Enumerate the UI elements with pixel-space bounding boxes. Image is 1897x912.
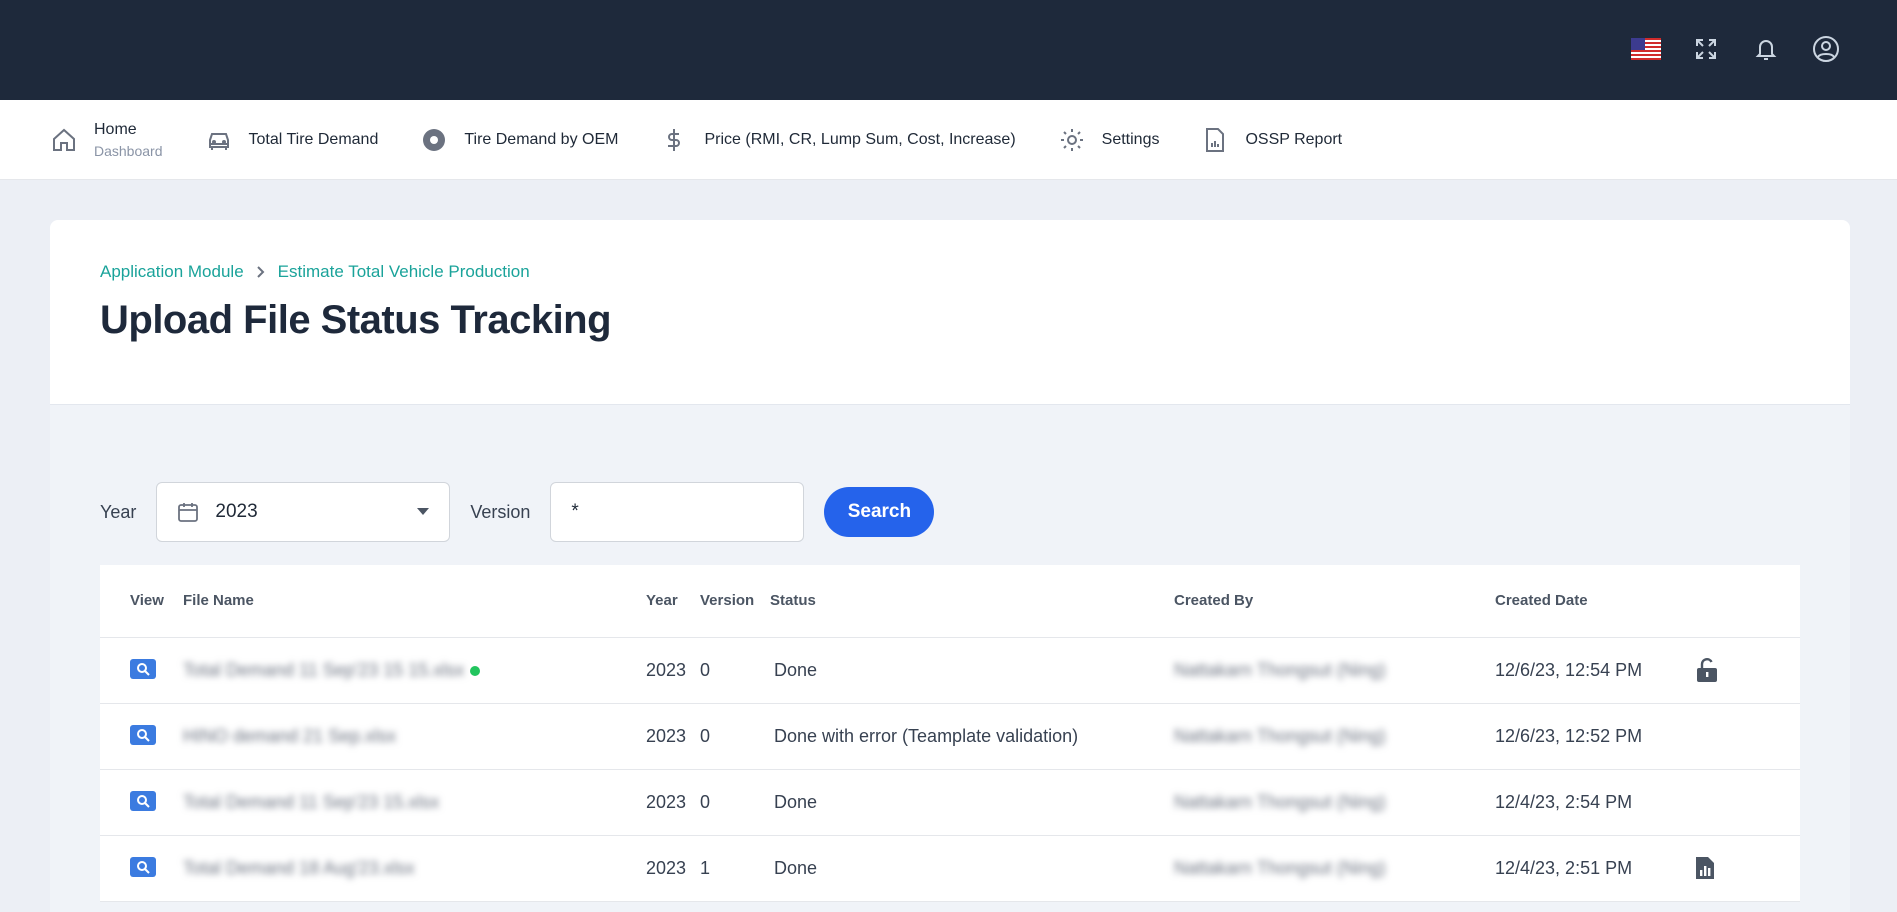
row-year: 2023 bbox=[646, 835, 700, 902]
year-select[interactable]: 2023 bbox=[156, 482, 451, 542]
file-name[interactable]: Total Demand 18 Aug'23.xlsx bbox=[183, 858, 415, 878]
nav-item-label: Settings bbox=[1101, 130, 1160, 148]
nav-item-home[interactable]: Home Dashboard bbox=[50, 121, 163, 159]
row-year: 2023 bbox=[646, 769, 700, 836]
unlock-icon[interactable] bbox=[1695, 657, 1800, 683]
view-magnifier-icon[interactable] bbox=[130, 857, 156, 877]
row-status: Done bbox=[770, 637, 1174, 704]
chevron-right-icon bbox=[256, 265, 266, 279]
file-name[interactable]: Total Demand 11 Sep'23 15 15.xlsx bbox=[183, 660, 464, 680]
year-select-value: 2023 bbox=[215, 501, 258, 522]
table-row: Total Demand 18 Aug'23.xlsx 2023 1 Done … bbox=[100, 835, 1800, 902]
row-created-date: 12/4/23, 2:54 PM bbox=[1495, 769, 1695, 836]
row-status: Done bbox=[770, 769, 1174, 836]
main-nav: Home Dashboard Total Tire Demand Tire De… bbox=[0, 100, 1897, 180]
row-actions bbox=[1695, 769, 1800, 836]
file-status-table: View File Name Year Version Status Creat… bbox=[100, 565, 1800, 902]
view-magnifier-icon[interactable] bbox=[130, 725, 156, 745]
breadcrumb: Application Module Estimate Total Vehicl… bbox=[100, 262, 530, 282]
filter-bar: Year 2023 Version Search bbox=[100, 482, 935, 542]
file-name[interactable]: HINO demand 21 Sep.xlsx bbox=[183, 726, 396, 746]
column-header-created-by: Created By bbox=[1174, 565, 1495, 638]
car-icon bbox=[205, 126, 233, 154]
row-created-date: 12/6/23, 12:52 PM bbox=[1495, 703, 1695, 770]
year-label: Year bbox=[100, 501, 137, 522]
row-created-date: 12/4/23, 2:51 PM bbox=[1495, 835, 1695, 902]
version-input[interactable] bbox=[550, 482, 805, 542]
dollar-icon bbox=[660, 126, 688, 154]
row-year: 2023 bbox=[646, 637, 700, 704]
row-created-date: 12/6/23, 12:54 PM bbox=[1495, 637, 1695, 704]
report-icon[interactable] bbox=[1695, 856, 1800, 880]
row-created-by: Nattakarn Thongsut (Ning) bbox=[1174, 791, 1386, 812]
card-header: Application Module Estimate Total Vehicl… bbox=[50, 220, 1850, 405]
view-magnifier-icon[interactable] bbox=[130, 659, 156, 679]
row-actions bbox=[1695, 703, 1800, 770]
nav-item-total-tire-demand[interactable]: Total Tire Demand bbox=[205, 126, 379, 154]
fullscreen-icon[interactable] bbox=[1691, 34, 1721, 64]
row-version: 1 bbox=[700, 835, 770, 902]
nav-item-label: Tire Demand by OEM bbox=[464, 130, 619, 148]
table-row: Total Demand 11 Sep'23 15.xlsx 2023 0 Do… bbox=[100, 769, 1800, 836]
table-row: HINO demand 21 Sep.xlsx 2023 0 Done with… bbox=[100, 703, 1800, 770]
nav-item-ossp-report[interactable]: OSSP Report bbox=[1201, 126, 1342, 154]
nav-item-label: Total Tire Demand bbox=[248, 130, 379, 148]
table-header-row: View File Name Year Version Status Creat… bbox=[100, 565, 1800, 638]
calendar-icon bbox=[177, 501, 199, 523]
content-card: Application Module Estimate Total Vehicl… bbox=[50, 220, 1850, 912]
breadcrumb-item-estimate-total-vehicle-production[interactable]: Estimate Total Vehicle Production bbox=[278, 262, 530, 282]
user-profile-icon[interactable] bbox=[1811, 34, 1841, 64]
nav-item-tire-demand-by-oem[interactable]: Tire Demand by OEM bbox=[420, 126, 618, 154]
column-header-year: Year bbox=[646, 565, 700, 638]
column-header-status: Status bbox=[770, 565, 1174, 638]
row-version: 0 bbox=[700, 769, 770, 836]
top-bar-actions bbox=[1631, 34, 1841, 64]
row-created-by: Nattakarn Thongsut (Ning) bbox=[1174, 725, 1386, 746]
view-magnifier-icon[interactable] bbox=[130, 791, 156, 811]
top-bar bbox=[0, 0, 1897, 100]
tire-icon bbox=[420, 126, 448, 154]
nav-home-sublabel: Dashboard bbox=[94, 142, 163, 159]
nav-item-label: Price (RMI, CR, Lump Sum, Cost, Increase… bbox=[704, 130, 1016, 148]
row-version: 0 bbox=[700, 703, 770, 770]
status-dot-icon bbox=[470, 665, 481, 676]
nav-item-price[interactable]: Price (RMI, CR, Lump Sum, Cost, Increase… bbox=[660, 126, 1016, 154]
caret-down-icon bbox=[417, 503, 430, 521]
table-row: Total Demand 11 Sep'23 15 15.xlsx 2023 0… bbox=[100, 637, 1800, 704]
breadcrumb-item-application-module[interactable]: Application Module bbox=[100, 262, 244, 282]
row-created-by: Nattakarn Thongsut (Ning) bbox=[1174, 857, 1386, 878]
report-file-icon bbox=[1201, 126, 1229, 154]
column-header-version: Version bbox=[700, 565, 770, 638]
version-label: Version bbox=[470, 501, 531, 522]
home-icon bbox=[50, 126, 78, 154]
file-name[interactable]: Total Demand 11 Sep'23 15.xlsx bbox=[183, 792, 439, 812]
search-button[interactable]: Search bbox=[824, 487, 935, 537]
column-header-created-date: Created Date bbox=[1495, 565, 1695, 638]
column-header-view: View bbox=[100, 565, 183, 638]
row-year: 2023 bbox=[646, 703, 700, 770]
gear-icon bbox=[1058, 126, 1086, 154]
nav-item-settings[interactable]: Settings bbox=[1058, 126, 1160, 154]
row-version: 0 bbox=[700, 637, 770, 704]
nav-home-label: Home bbox=[94, 120, 137, 138]
row-created-by: Nattakarn Thongsut (Ning) bbox=[1174, 659, 1386, 680]
column-header-actions bbox=[1695, 565, 1800, 638]
us-flag-icon[interactable] bbox=[1631, 34, 1661, 64]
nav-item-label: OSSP Report bbox=[1245, 130, 1343, 148]
row-status: Done with error (Teamplate validation) bbox=[770, 703, 1174, 770]
column-header-file-name: File Name bbox=[183, 565, 646, 638]
row-status: Done bbox=[770, 835, 1174, 902]
page-title: Upload File Status Tracking bbox=[100, 298, 612, 342]
bell-icon[interactable] bbox=[1751, 34, 1781, 64]
